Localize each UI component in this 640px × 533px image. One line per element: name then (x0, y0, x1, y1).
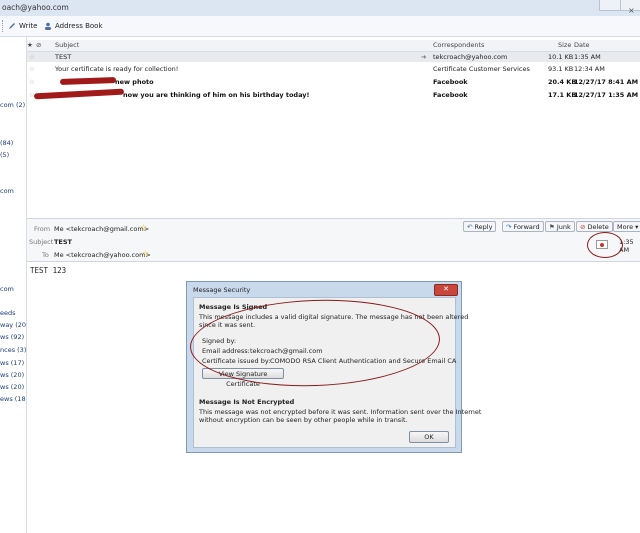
row-correspondent: Facebook (433, 91, 468, 99)
row-size: 20.4 KB (548, 78, 577, 86)
star-icon[interactable]: ☆ (140, 223, 147, 232)
more-label: More (617, 222, 634, 231)
row-size: 10.1 KB (548, 53, 574, 61)
subject-column-header[interactable]: Subject (55, 41, 79, 49)
star-column-icon[interactable]: ★ (27, 41, 33, 49)
row-subject: new photo (115, 78, 154, 86)
row-subject: Your certificate is ready for collection… (55, 65, 179, 73)
folder-item[interactable]: (84) (0, 139, 13, 147)
junk-button[interactable]: ⚑ Junk (545, 221, 575, 232)
table-row[interactable]: ☆ new photo Facebook 20.4 KB 12/27/17 8:… (27, 77, 640, 87)
table-row[interactable]: ☆ Your certificate is ready for collecti… (27, 64, 640, 74)
junk-label: Junk (556, 222, 571, 231)
minimize-button[interactable] (599, 0, 621, 11)
star-icon[interactable]: ☆ (142, 249, 149, 258)
folder-item[interactable]: eeds (0, 309, 16, 317)
reply-icon: ↶ (467, 222, 473, 231)
more-button[interactable]: More ▾ (613, 221, 640, 232)
write-label: Write (19, 22, 38, 30)
row-size: 17.1 KB (548, 91, 577, 99)
delete-label: Delete (587, 222, 609, 231)
not-encrypted-text-cont: without encryption can be seen by other … (199, 416, 408, 424)
correspondents-column-header[interactable]: Correspondents (433, 41, 484, 49)
address-book-label: Address Book (55, 22, 103, 30)
pencil-icon (9, 23, 15, 29)
row-correspondent: Certificate Customer Services (433, 65, 530, 73)
tab-close-icon[interactable]: × (628, 6, 635, 15)
write-button[interactable]: Write (8, 20, 37, 32)
junk-icon: ⚑ (549, 222, 555, 231)
size-column-header[interactable]: Size (558, 41, 571, 49)
replied-arrow-icon: ➜ (421, 53, 427, 61)
title-bar: oach@yahoo.com × (0, 0, 640, 17)
folder-pane: com (2) (84) (5) com com eeds way (20) w… (0, 37, 27, 533)
star-icon[interactable]: ☆ (29, 65, 35, 73)
subject-label: Subject (29, 238, 54, 246)
to-value[interactable]: Me <tekcroach@yahoo.com> (54, 251, 151, 259)
row-subject: TEST (55, 53, 72, 61)
folder-item[interactable]: com (0, 187, 14, 195)
chevron-down-icon: ▾ (635, 222, 639, 231)
message-list-header: ★ ⊘ Subject Correspondents Size Date (27, 40, 640, 52)
row-date: 12/27/17 1:35 AM (574, 91, 639, 99)
folder-item[interactable]: way (20) (0, 321, 26, 329)
table-row[interactable]: ☆ TEST ➜ tekcroach@yahoo.com 10.1 KB 1:3… (27, 52, 640, 62)
folder-item[interactable]: ws (17) (0, 359, 24, 367)
reply-label: Reply (474, 222, 493, 231)
not-encrypted-text: This message was not encrypted before it… (199, 408, 482, 416)
folder-item[interactable]: ws (92) (0, 333, 24, 341)
toolbar: Write Address Book (0, 16, 640, 37)
message-body: TEST 123 (30, 266, 67, 275)
message-header-pane: From Me <tekcroach@gmail.com> ☆ Subject … (27, 218, 640, 262)
row-date: 12:34 AM (574, 65, 605, 73)
row-size: 93.1 KB (548, 65, 574, 73)
folder-item[interactable]: ws (20) (0, 383, 24, 391)
star-icon[interactable]: ☆ (29, 78, 35, 86)
address-book-button[interactable]: Address Book (44, 20, 103, 32)
contacts-icon (45, 22, 51, 30)
delete-icon: ⊘ (580, 222, 586, 231)
not-encrypted-heading: Message Is Not Encrypted (199, 398, 295, 406)
ok-button[interactable]: OK (409, 431, 449, 443)
from-value[interactable]: Me <tekcroach@gmail.com> (54, 225, 149, 233)
subject-value: TEST (54, 238, 72, 246)
row-correspondent: tekcroach@yahoo.com (433, 53, 508, 61)
row-date: 12/27/17 8:41 AM (574, 78, 639, 86)
forward-label: Forward (513, 222, 540, 231)
folder-item[interactable]: ews (18) (0, 395, 26, 403)
forward-icon: ↷ (506, 222, 512, 231)
row-subject: now you are thinking of him on his birth… (123, 91, 310, 99)
date-column-header[interactable]: Date (574, 41, 590, 49)
row-date: 1:35 AM (574, 53, 601, 61)
to-label: To (42, 251, 49, 259)
dialog-title: Message Security (193, 286, 251, 294)
forward-button[interactable]: ↷ Forward (502, 221, 544, 232)
dialog-close-button[interactable]: ✕ (434, 284, 458, 296)
folder-item[interactable]: com (0, 285, 14, 293)
toolbar-grip (2, 20, 6, 32)
attachment-column-icon[interactable]: ⊘ (36, 41, 41, 49)
reply-button[interactable]: ↶ Reply (463, 221, 497, 232)
delete-button[interactable]: ⊘ Delete (576, 221, 613, 232)
folder-item[interactable]: (5) (0, 151, 9, 159)
folder-item[interactable]: com (2) (0, 101, 25, 109)
folder-item[interactable]: nces (3) (0, 346, 26, 354)
annotation-circle (587, 232, 623, 258)
row-correspondent: Facebook (433, 78, 468, 86)
folder-item[interactable]: ws (20) (0, 371, 24, 379)
account-tab-label[interactable]: oach@yahoo.com (2, 3, 69, 12)
star-icon[interactable]: ☆ (29, 53, 35, 61)
from-label: From (34, 225, 51, 233)
